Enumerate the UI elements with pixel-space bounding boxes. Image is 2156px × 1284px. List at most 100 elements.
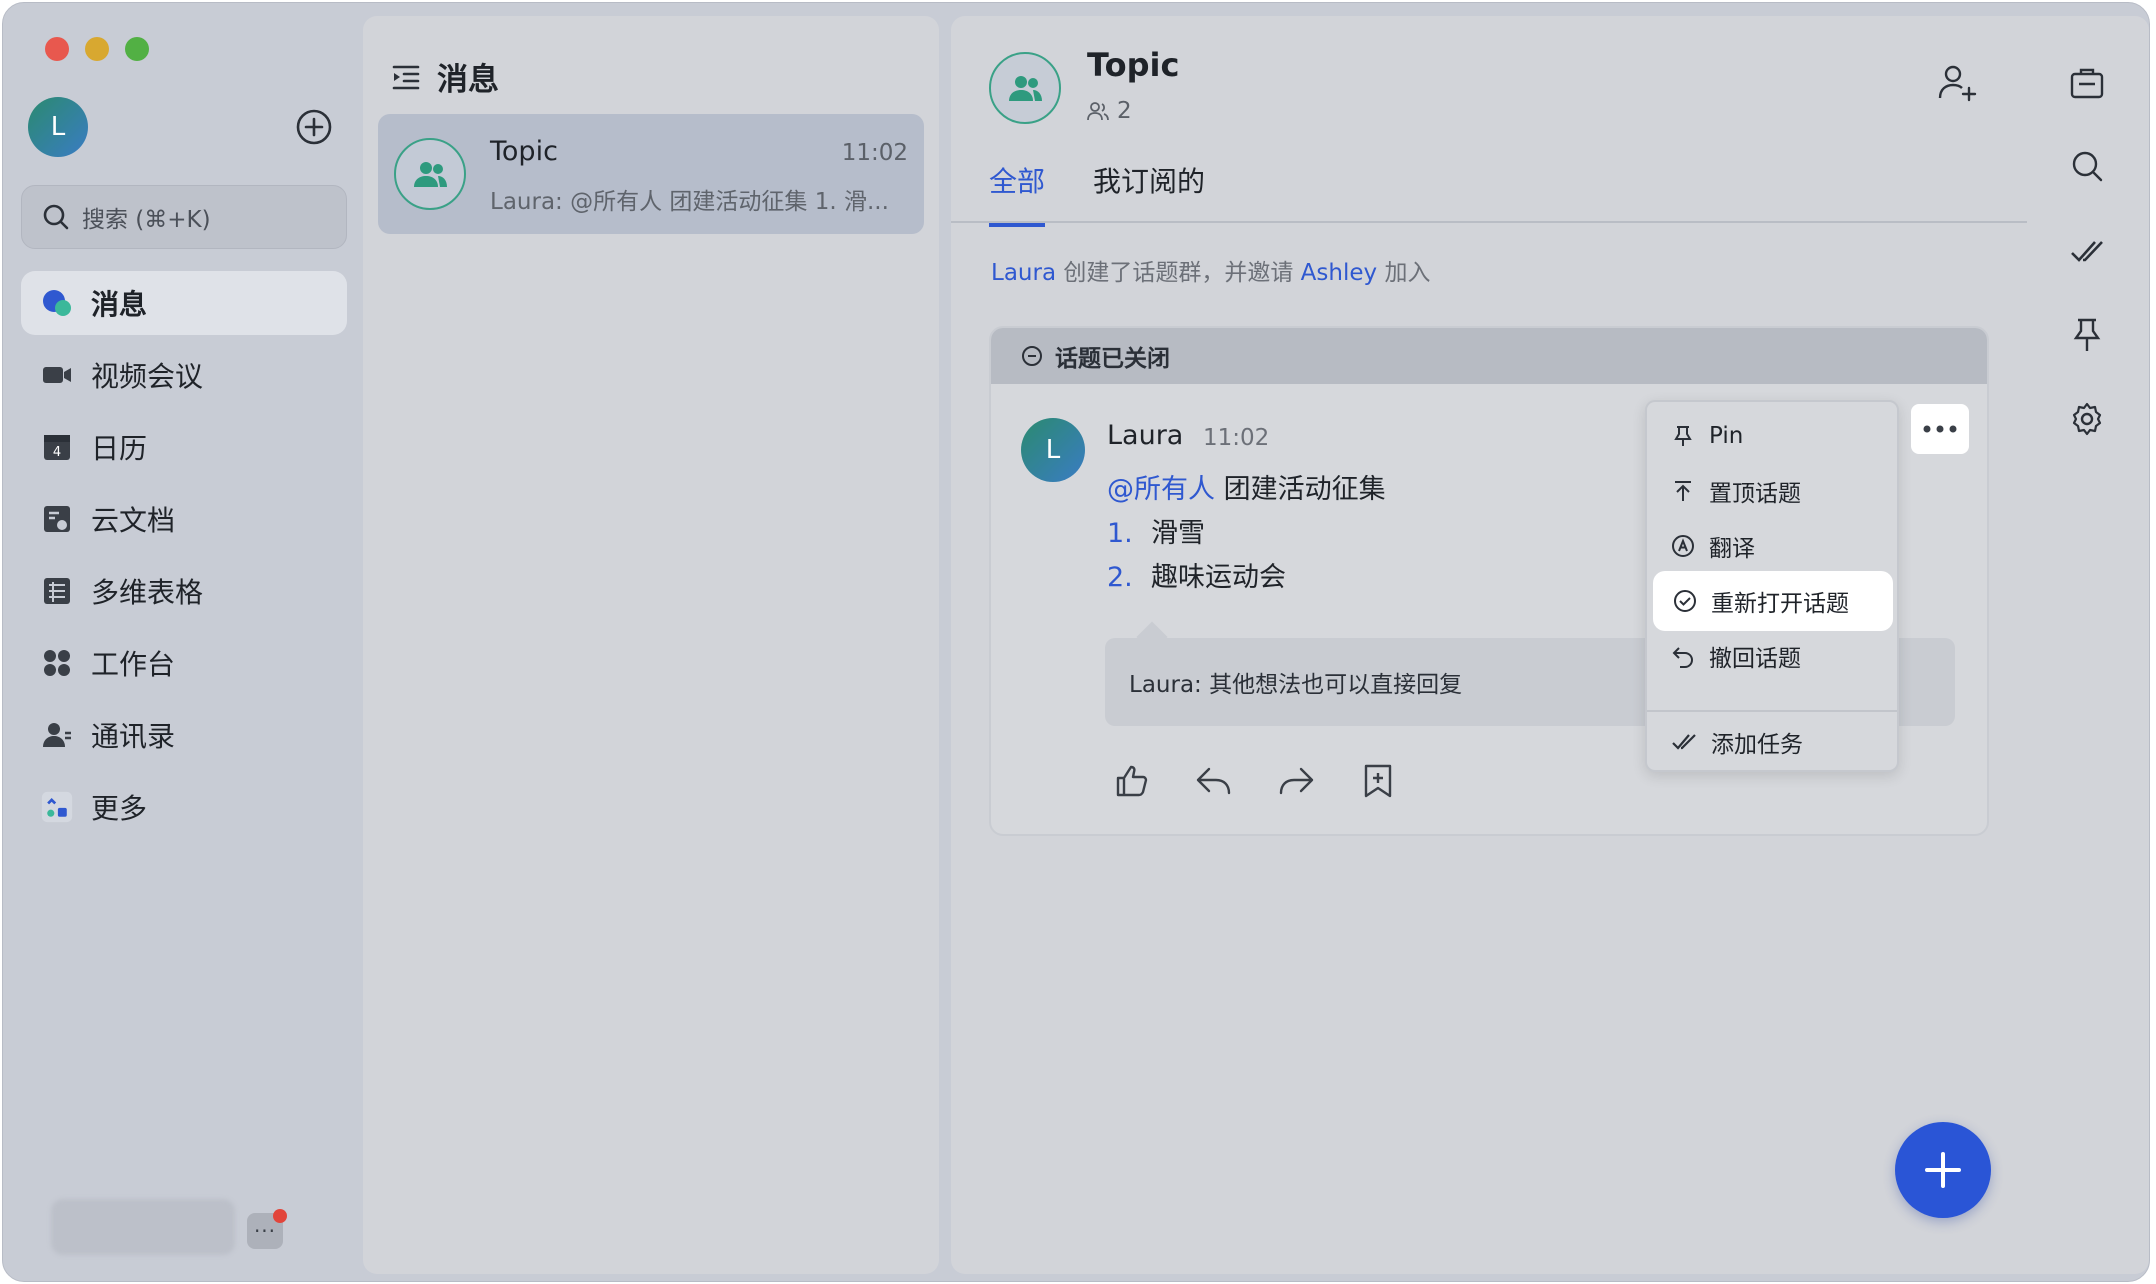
- bookmark-add-icon: [1364, 764, 1392, 798]
- tabs-divider: [951, 221, 2027, 223]
- group-people-icon: [414, 162, 447, 187]
- video-camera-icon: [41, 359, 73, 391]
- close-window-button[interactable]: [45, 37, 69, 61]
- thumbs-up-icon: [1116, 765, 1148, 797]
- more-apps-icon: [41, 791, 73, 823]
- sidebar-item-label: 云文档: [91, 504, 176, 537]
- rail-pin-button[interactable]: [2067, 315, 2107, 355]
- menu-item-label: 撤回话题: [1709, 646, 1801, 672]
- contacts-icon: [41, 719, 73, 751]
- minimize-window-button[interactable]: [85, 37, 109, 61]
- topic-closed-label: 话题已关闭: [1055, 346, 1170, 372]
- topic-group-avatar[interactable]: [989, 52, 1061, 124]
- collapse-list-icon[interactable]: [391, 62, 421, 92]
- sidebar-item-calendar[interactable]: 4 日历: [21, 415, 347, 479]
- message-headline: 团建活动征集: [1223, 474, 1386, 505]
- sidebar-item-workplace[interactable]: 工作台: [21, 631, 347, 695]
- rail-tasks-button[interactable]: [2067, 231, 2107, 271]
- topic-closed-banner: 话题已关闭: [991, 328, 1987, 384]
- user-avatar-initial: L: [50, 112, 66, 142]
- list-item-number: 2.: [1107, 562, 1133, 593]
- sidebar-item-more[interactable]: 更多: [21, 775, 347, 839]
- sidebar-item-cloud-docs[interactable]: 云文档: [21, 487, 347, 551]
- list-item: 1. 滑雪: [1107, 512, 1386, 556]
- conversation-item-topic[interactable]: Topic 11:02 Laura: @所有人 团建活动征集 1. 滑...: [378, 114, 924, 234]
- menu-item-translate[interactable]: 翻译: [1655, 520, 1891, 572]
- rail-settings-button[interactable]: [2067, 399, 2107, 439]
- workplace-grid-icon: [41, 647, 73, 679]
- add-circle-icon[interactable]: [295, 108, 333, 146]
- sidebar-item-label: 更多: [91, 792, 148, 825]
- conversation-time: 11:02: [841, 140, 908, 166]
- context-menu: Pin 置顶话题 翻译 重新打开话题 撤回话题 添加任务: [1645, 400, 1899, 772]
- conversation-panel-header: 消息: [391, 54, 499, 99]
- message-bubble-icon: [41, 287, 73, 319]
- gear-icon: [2072, 402, 2102, 436]
- list-item-text: 滑雪: [1151, 518, 1205, 549]
- search-input[interactable]: 搜索 (⌘+K): [21, 185, 347, 249]
- new-topic-button[interactable]: [1895, 1122, 1991, 1218]
- translate-icon: [1672, 535, 1694, 557]
- mention-all[interactable]: @所有人: [1107, 474, 1215, 505]
- calendar-icon: 4: [41, 431, 73, 463]
- bottom-status-area[interactable]: [51, 1199, 235, 1255]
- message-author-name[interactable]: Laura: [1107, 420, 1183, 451]
- menu-item-pin[interactable]: Pin: [1655, 410, 1891, 462]
- menu-item-label: Pin: [1709, 423, 1744, 449]
- menu-item-label: 重新打开话题: [1711, 591, 1849, 617]
- base-table-icon: [41, 575, 73, 607]
- search-icon: [2072, 151, 2103, 182]
- sidebar-item-label: 视频会议: [91, 360, 204, 393]
- list-item-number: 1.: [1107, 518, 1133, 549]
- tab-subscribed[interactable]: 我订阅的: [1093, 160, 1205, 227]
- zoom-window-button[interactable]: [125, 37, 149, 61]
- message-author-avatar[interactable]: L: [1021, 418, 1085, 482]
- undo-icon: [1672, 647, 1693, 668]
- group-people-icon: [1009, 76, 1042, 101]
- menu-item-pin-top[interactable]: 置顶话题: [1655, 465, 1891, 517]
- system-message-tail: 加入: [1384, 260, 1431, 286]
- topic-pane: Topic 2 全部 我订阅的 Laura 创建了话题群，并邀请 Ashley …: [951, 16, 2149, 1274]
- user-avatar[interactable]: L: [28, 97, 88, 157]
- sidebar-item-video-meeting[interactable]: 视频会议: [21, 343, 347, 407]
- app-window: L 搜索 (⌘+K) 消息 视频会议 4 日历 云文档 多维表格 工作台 通讯录…: [2, 2, 2150, 1282]
- reply-button[interactable]: [1193, 760, 1235, 802]
- pin-top-icon: [1675, 481, 1691, 501]
- member-count[interactable]: 2: [1087, 98, 1132, 124]
- menu-item-reopen-topic[interactable]: 重新打开话题: [1657, 575, 1889, 627]
- cloud-doc-icon: [41, 503, 73, 535]
- search-placeholder: 搜索 (⌘+K): [82, 207, 211, 233]
- group-avatar: [394, 138, 466, 210]
- reply-text: Laura: 其他想法也可以直接回复: [1129, 672, 1463, 698]
- message-body: @所有人 团建活动征集 1. 滑雪 2. 趣味运动会: [1107, 468, 1386, 600]
- conversation-preview: Laura: @所有人 团建活动征集 1. 滑...: [490, 189, 889, 215]
- like-button[interactable]: [1111, 760, 1153, 802]
- tab-all[interactable]: 全部: [989, 160, 1046, 227]
- list-item-text: 趣味运动会: [1151, 562, 1286, 593]
- sidebar-item-label: 通讯录: [91, 720, 176, 753]
- message-more-button[interactable]: [1911, 404, 1969, 454]
- briefcase-icon: [2070, 68, 2104, 99]
- system-message-actor[interactable]: Laura: [991, 260, 1056, 286]
- topic-title: Topic: [1087, 46, 1180, 84]
- menu-separator: [1647, 710, 1897, 712]
- task-check-icon: [1672, 734, 1696, 750]
- menu-item-add-task[interactable]: 添加任务: [1655, 716, 1891, 768]
- sidebar-item-contacts[interactable]: 通讯录: [21, 703, 347, 767]
- add-member-icon[interactable]: [1937, 62, 1977, 102]
- rail-search-button[interactable]: [2067, 147, 2107, 187]
- plus-icon: [1925, 1152, 1961, 1188]
- forward-button[interactable]: [1275, 760, 1317, 802]
- pin-icon: [1674, 426, 1692, 446]
- rail-briefcase-button[interactable]: [2067, 63, 2107, 103]
- sidebar-item-messages[interactable]: 消息: [21, 271, 347, 335]
- sidebar-item-base[interactable]: 多维表格: [21, 559, 347, 623]
- menu-item-recall-topic[interactable]: 撤回话题: [1655, 630, 1891, 682]
- bookmark-button[interactable]: [1357, 760, 1399, 802]
- system-message-invitee[interactable]: Ashley: [1301, 260, 1377, 286]
- task-check-icon: [2071, 241, 2103, 262]
- message-time: 11:02: [1203, 425, 1270, 451]
- menu-item-label: 置顶话题: [1709, 481, 1801, 507]
- list-item: 2. 趣味运动会: [1107, 556, 1386, 600]
- conversation-panel: 消息 Topic 11:02 Laura: @所有人 团建活动征集 1. 滑..…: [363, 16, 939, 1274]
